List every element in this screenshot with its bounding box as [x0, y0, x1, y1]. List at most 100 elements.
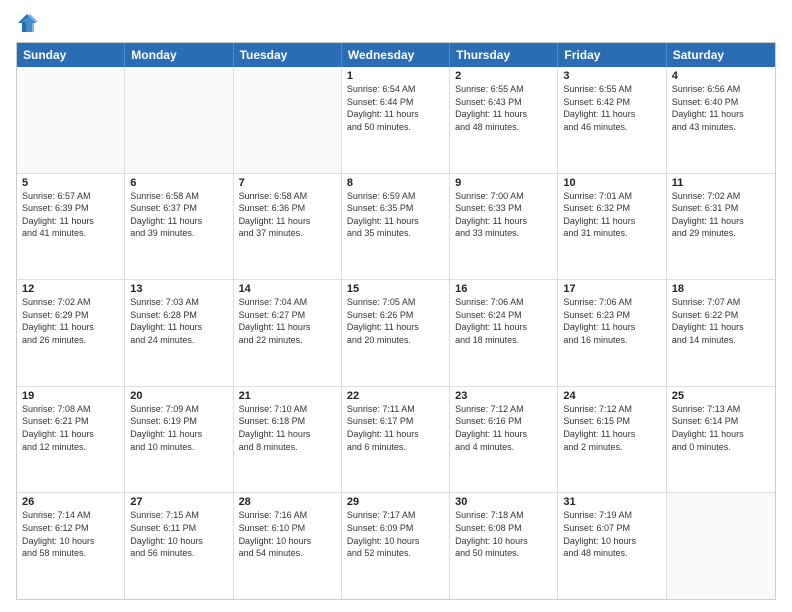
day-number: 20: [130, 390, 227, 402]
day-number: 26: [22, 496, 119, 508]
cell-info: Sunrise: 7:08 AM Sunset: 6:21 PM Dayligh…: [22, 403, 119, 453]
day-number: 11: [672, 177, 770, 189]
cal-cell-11: 11Sunrise: 7:02 AM Sunset: 6:31 PM Dayli…: [667, 174, 775, 280]
cal-cell-30: 30Sunrise: 7:18 AM Sunset: 6:08 PM Dayli…: [450, 493, 558, 599]
cal-header-cell-monday: Monday: [125, 43, 233, 67]
cal-cell-6: 6Sunrise: 6:58 AM Sunset: 6:37 PM Daylig…: [125, 174, 233, 280]
cell-info: Sunrise: 7:09 AM Sunset: 6:19 PM Dayligh…: [130, 403, 227, 453]
cal-cell-2: 2Sunrise: 6:55 AM Sunset: 6:43 PM Daylig…: [450, 67, 558, 173]
cal-cell-7: 7Sunrise: 6:58 AM Sunset: 6:36 PM Daylig…: [234, 174, 342, 280]
cell-info: Sunrise: 6:59 AM Sunset: 6:35 PM Dayligh…: [347, 190, 444, 240]
cell-info: Sunrise: 7:11 AM Sunset: 6:17 PM Dayligh…: [347, 403, 444, 453]
day-number: 31: [563, 496, 660, 508]
calendar-header-row: SundayMondayTuesdayWednesdayThursdayFrid…: [17, 43, 775, 67]
cell-info: Sunrise: 7:12 AM Sunset: 6:16 PM Dayligh…: [455, 403, 552, 453]
cal-header-cell-sunday: Sunday: [17, 43, 125, 67]
day-number: 30: [455, 496, 552, 508]
cal-header-cell-friday: Friday: [558, 43, 666, 67]
cal-cell-3: 3Sunrise: 6:55 AM Sunset: 6:42 PM Daylig…: [558, 67, 666, 173]
cell-info: Sunrise: 7:15 AM Sunset: 6:11 PM Dayligh…: [130, 509, 227, 559]
day-number: 1: [347, 70, 444, 82]
cal-cell-empty: [667, 493, 775, 599]
day-number: 2: [455, 70, 552, 82]
day-number: 21: [239, 390, 336, 402]
cal-cell-empty: [17, 67, 125, 173]
cal-header-cell-thursday: Thursday: [450, 43, 558, 67]
cell-info: Sunrise: 7:06 AM Sunset: 6:23 PM Dayligh…: [563, 296, 660, 346]
day-number: 8: [347, 177, 444, 189]
cell-info: Sunrise: 7:07 AM Sunset: 6:22 PM Dayligh…: [672, 296, 770, 346]
cal-cell-17: 17Sunrise: 7:06 AM Sunset: 6:23 PM Dayli…: [558, 280, 666, 386]
cell-info: Sunrise: 7:16 AM Sunset: 6:10 PM Dayligh…: [239, 509, 336, 559]
day-number: 19: [22, 390, 119, 402]
calendar: SundayMondayTuesdayWednesdayThursdayFrid…: [16, 42, 776, 600]
cal-cell-empty: [125, 67, 233, 173]
cal-cell-12: 12Sunrise: 7:02 AM Sunset: 6:29 PM Dayli…: [17, 280, 125, 386]
cal-cell-5: 5Sunrise: 6:57 AM Sunset: 6:39 PM Daylig…: [17, 174, 125, 280]
cal-cell-18: 18Sunrise: 7:07 AM Sunset: 6:22 PM Dayli…: [667, 280, 775, 386]
cal-header-cell-saturday: Saturday: [667, 43, 775, 67]
day-number: 6: [130, 177, 227, 189]
cal-cell-20: 20Sunrise: 7:09 AM Sunset: 6:19 PM Dayli…: [125, 387, 233, 493]
header: [16, 12, 776, 34]
cal-row-0: 1Sunrise: 6:54 AM Sunset: 6:44 PM Daylig…: [17, 67, 775, 174]
day-number: 13: [130, 283, 227, 295]
cell-info: Sunrise: 7:12 AM Sunset: 6:15 PM Dayligh…: [563, 403, 660, 453]
cell-info: Sunrise: 6:58 AM Sunset: 6:37 PM Dayligh…: [130, 190, 227, 240]
cell-info: Sunrise: 7:14 AM Sunset: 6:12 PM Dayligh…: [22, 509, 119, 559]
cell-info: Sunrise: 7:18 AM Sunset: 6:08 PM Dayligh…: [455, 509, 552, 559]
cell-info: Sunrise: 7:02 AM Sunset: 6:29 PM Dayligh…: [22, 296, 119, 346]
cal-cell-22: 22Sunrise: 7:11 AM Sunset: 6:17 PM Dayli…: [342, 387, 450, 493]
day-number: 16: [455, 283, 552, 295]
logo-icon: [16, 12, 38, 34]
day-number: 17: [563, 283, 660, 295]
cell-info: Sunrise: 7:13 AM Sunset: 6:14 PM Dayligh…: [672, 403, 770, 453]
cell-info: Sunrise: 6:56 AM Sunset: 6:40 PM Dayligh…: [672, 83, 770, 133]
cell-info: Sunrise: 7:19 AM Sunset: 6:07 PM Dayligh…: [563, 509, 660, 559]
cal-cell-26: 26Sunrise: 7:14 AM Sunset: 6:12 PM Dayli…: [17, 493, 125, 599]
cell-info: Sunrise: 7:03 AM Sunset: 6:28 PM Dayligh…: [130, 296, 227, 346]
cal-row-3: 19Sunrise: 7:08 AM Sunset: 6:21 PM Dayli…: [17, 387, 775, 494]
cell-info: Sunrise: 6:54 AM Sunset: 6:44 PM Dayligh…: [347, 83, 444, 133]
cal-cell-21: 21Sunrise: 7:10 AM Sunset: 6:18 PM Dayli…: [234, 387, 342, 493]
page: SundayMondayTuesdayWednesdayThursdayFrid…: [0, 0, 792, 612]
cell-info: Sunrise: 6:55 AM Sunset: 6:42 PM Dayligh…: [563, 83, 660, 133]
cell-info: Sunrise: 6:57 AM Sunset: 6:39 PM Dayligh…: [22, 190, 119, 240]
cal-cell-13: 13Sunrise: 7:03 AM Sunset: 6:28 PM Dayli…: [125, 280, 233, 386]
cal-cell-14: 14Sunrise: 7:04 AM Sunset: 6:27 PM Dayli…: [234, 280, 342, 386]
cal-cell-8: 8Sunrise: 6:59 AM Sunset: 6:35 PM Daylig…: [342, 174, 450, 280]
day-number: 18: [672, 283, 770, 295]
cell-info: Sunrise: 7:01 AM Sunset: 6:32 PM Dayligh…: [563, 190, 660, 240]
day-number: 10: [563, 177, 660, 189]
cal-cell-16: 16Sunrise: 7:06 AM Sunset: 6:24 PM Dayli…: [450, 280, 558, 386]
cal-header-cell-wednesday: Wednesday: [342, 43, 450, 67]
cal-row-1: 5Sunrise: 6:57 AM Sunset: 6:39 PM Daylig…: [17, 174, 775, 281]
cal-row-4: 26Sunrise: 7:14 AM Sunset: 6:12 PM Dayli…: [17, 493, 775, 599]
cal-cell-28: 28Sunrise: 7:16 AM Sunset: 6:10 PM Dayli…: [234, 493, 342, 599]
cell-info: Sunrise: 7:02 AM Sunset: 6:31 PM Dayligh…: [672, 190, 770, 240]
day-number: 22: [347, 390, 444, 402]
day-number: 23: [455, 390, 552, 402]
day-number: 12: [22, 283, 119, 295]
cell-info: Sunrise: 7:04 AM Sunset: 6:27 PM Dayligh…: [239, 296, 336, 346]
cell-info: Sunrise: 7:06 AM Sunset: 6:24 PM Dayligh…: [455, 296, 552, 346]
cal-cell-23: 23Sunrise: 7:12 AM Sunset: 6:16 PM Dayli…: [450, 387, 558, 493]
logo: [16, 12, 42, 34]
cell-info: Sunrise: 7:17 AM Sunset: 6:09 PM Dayligh…: [347, 509, 444, 559]
cal-cell-29: 29Sunrise: 7:17 AM Sunset: 6:09 PM Dayli…: [342, 493, 450, 599]
cal-cell-31: 31Sunrise: 7:19 AM Sunset: 6:07 PM Dayli…: [558, 493, 666, 599]
cal-cell-25: 25Sunrise: 7:13 AM Sunset: 6:14 PM Dayli…: [667, 387, 775, 493]
day-number: 27: [130, 496, 227, 508]
day-number: 9: [455, 177, 552, 189]
cell-info: Sunrise: 7:00 AM Sunset: 6:33 PM Dayligh…: [455, 190, 552, 240]
cal-cell-15: 15Sunrise: 7:05 AM Sunset: 6:26 PM Dayli…: [342, 280, 450, 386]
day-number: 5: [22, 177, 119, 189]
calendar-body: 1Sunrise: 6:54 AM Sunset: 6:44 PM Daylig…: [17, 67, 775, 599]
day-number: 29: [347, 496, 444, 508]
day-number: 7: [239, 177, 336, 189]
cal-cell-10: 10Sunrise: 7:01 AM Sunset: 6:32 PM Dayli…: [558, 174, 666, 280]
cal-cell-24: 24Sunrise: 7:12 AM Sunset: 6:15 PM Dayli…: [558, 387, 666, 493]
cell-info: Sunrise: 7:05 AM Sunset: 6:26 PM Dayligh…: [347, 296, 444, 346]
cell-info: Sunrise: 6:55 AM Sunset: 6:43 PM Dayligh…: [455, 83, 552, 133]
day-number: 25: [672, 390, 770, 402]
